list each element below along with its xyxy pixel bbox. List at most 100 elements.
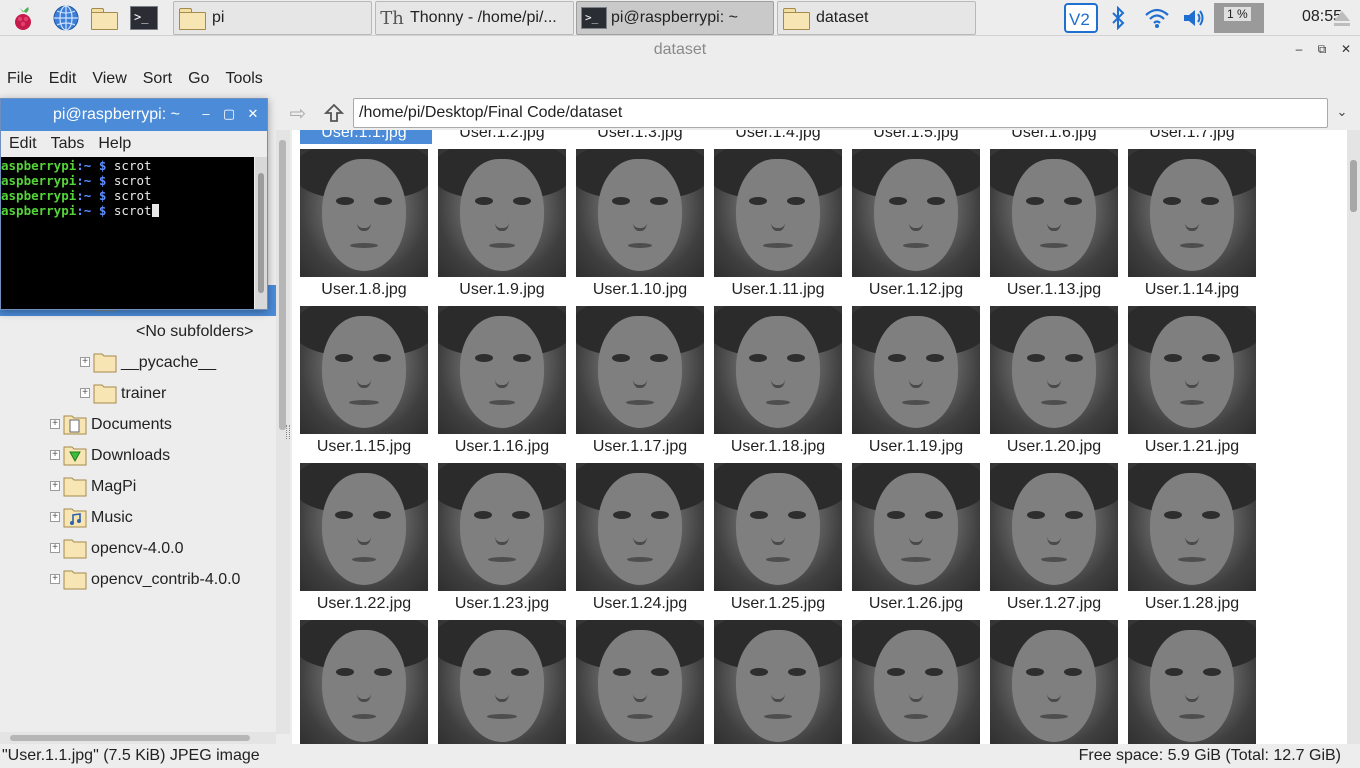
tree-item[interactable]: + trainer xyxy=(0,378,276,409)
image-thumbnail[interactable] xyxy=(300,306,428,434)
terminal-icon[interactable]: >_ xyxy=(129,3,159,33)
image-thumbnail[interactable] xyxy=(714,306,842,434)
image-thumbnail[interactable] xyxy=(300,620,428,744)
menu-sort[interactable]: Sort xyxy=(143,70,172,88)
image-thumbnail[interactable] xyxy=(576,463,704,591)
image-thumbnail[interactable] xyxy=(300,149,428,277)
eject-icon[interactable] xyxy=(1330,2,1354,34)
grid-scrollbar-thumb[interactable] xyxy=(1350,160,1357,212)
tree-item[interactable]: + opencv_contrib-4.0.0 xyxy=(0,564,276,595)
file-caption[interactable]: User.1.24.jpg xyxy=(571,595,709,613)
pane-divider-handle[interactable] xyxy=(286,425,290,439)
minimize-icon[interactable]: – xyxy=(1290,40,1308,58)
tree-item[interactable]: <No subfolders> xyxy=(0,316,276,347)
file-caption[interactable]: User.1.14.jpg xyxy=(1123,281,1261,299)
minimize-icon[interactable]: – xyxy=(199,107,213,121)
menu-file[interactable]: File xyxy=(7,70,33,88)
tree-item[interactable]: + Documents xyxy=(0,409,276,440)
expand-icon[interactable]: + xyxy=(50,512,60,522)
close-icon[interactable]: ✕ xyxy=(246,107,260,121)
maximize-icon[interactable]: ▢ xyxy=(222,107,236,121)
image-thumbnail[interactable] xyxy=(990,149,1118,277)
file-caption[interactable]: User.1.6.jpg xyxy=(985,130,1123,142)
image-thumbnail[interactable] xyxy=(1128,463,1256,591)
expand-icon[interactable]: + xyxy=(50,574,60,584)
expand-icon[interactable]: + xyxy=(50,481,60,491)
file-caption[interactable]: User.1.15.jpg xyxy=(295,438,433,456)
image-thumbnail[interactable] xyxy=(300,463,428,591)
file-caption[interactable]: User.1.10.jpg xyxy=(571,281,709,299)
terminal-menu-edit[interactable]: Edit xyxy=(9,135,37,153)
file-caption[interactable]: User.1.1.jpg xyxy=(295,130,433,142)
image-thumbnail[interactable] xyxy=(438,149,566,277)
file-caption[interactable]: User.1.20.jpg xyxy=(985,438,1123,456)
raspberry-menu-icon[interactable] xyxy=(8,3,38,33)
image-thumbnail[interactable] xyxy=(576,306,704,434)
wifi-icon[interactable] xyxy=(1142,2,1172,34)
tree-item[interactable]: + MagPi xyxy=(0,471,276,502)
terminal-menu-tabs[interactable]: Tabs xyxy=(51,135,85,153)
forward-arrow-icon[interactable]: ⇨ xyxy=(285,100,311,126)
image-thumbnail[interactable] xyxy=(852,463,980,591)
file-caption[interactable]: User.1.23.jpg xyxy=(433,595,571,613)
image-thumbnail[interactable] xyxy=(438,306,566,434)
maximize-icon[interactable]: ⧉ xyxy=(1313,40,1331,58)
image-thumbnail[interactable] xyxy=(852,306,980,434)
image-thumbnail[interactable] xyxy=(990,620,1118,744)
file-caption[interactable]: User.1.7.jpg xyxy=(1123,130,1261,142)
file-caption[interactable]: User.1.18.jpg xyxy=(709,438,847,456)
bluetooth-icon[interactable] xyxy=(1106,2,1130,34)
file-caption[interactable]: User.1.27.jpg xyxy=(985,595,1123,613)
terminal-scrollbar-thumb[interactable] xyxy=(258,173,264,293)
task-terminal[interactable]: >_ pi@raspberrypi: ~ xyxy=(576,1,774,35)
task-thonny[interactable]: Th Thonny - /home/pi/... xyxy=(375,1,574,35)
close-icon[interactable]: ✕ xyxy=(1337,40,1355,58)
file-caption[interactable]: User.1.19.jpg xyxy=(847,438,985,456)
image-thumbnail[interactable] xyxy=(576,149,704,277)
path-input[interactable]: /home/pi/Desktop/Final Code/dataset xyxy=(353,98,1328,128)
file-caption[interactable]: User.1.28.jpg xyxy=(1123,595,1261,613)
tree-item[interactable]: + opencv-4.0.0 xyxy=(0,533,276,564)
menu-tools[interactable]: Tools xyxy=(225,70,262,88)
image-thumbnail[interactable] xyxy=(1128,149,1256,277)
file-caption[interactable]: User.1.25.jpg xyxy=(709,595,847,613)
image-thumbnail[interactable] xyxy=(1128,620,1256,744)
file-caption[interactable]: User.1.26.jpg xyxy=(847,595,985,613)
tree-item[interactable]: + __pycache__ xyxy=(0,347,276,378)
task-pi[interactable]: pi xyxy=(173,1,372,35)
expand-icon[interactable]: + xyxy=(50,543,60,553)
volume-icon[interactable] xyxy=(1180,2,1208,34)
grid-scrollbar[interactable] xyxy=(1347,130,1360,744)
menu-edit[interactable]: Edit xyxy=(49,70,77,88)
image-thumbnail[interactable] xyxy=(438,463,566,591)
image-thumbnail[interactable] xyxy=(1128,306,1256,434)
file-manager-icon[interactable] xyxy=(89,3,119,33)
expand-icon[interactable]: + xyxy=(80,388,90,398)
terminal-screen[interactable]: aspberrypi:~ $ scrot aspberrypi:~ $ scrot… xyxy=(1,157,254,309)
file-caption[interactable]: User.1.11.jpg xyxy=(709,281,847,299)
menu-go[interactable]: Go xyxy=(188,70,209,88)
file-caption[interactable]: User.1.3.jpg xyxy=(571,130,709,142)
file-caption[interactable]: User.1.13.jpg xyxy=(985,281,1123,299)
image-thumbnail[interactable] xyxy=(852,620,980,744)
terminal-menu-help[interactable]: Help xyxy=(98,135,131,153)
expand-icon[interactable]: + xyxy=(80,357,90,367)
file-caption[interactable]: User.1.22.jpg xyxy=(295,595,433,613)
globe-browser-icon[interactable] xyxy=(51,3,81,33)
tree-item[interactable]: + Downloads xyxy=(0,440,276,471)
image-thumbnail[interactable] xyxy=(852,149,980,277)
file-caption[interactable]: User.1.5.jpg xyxy=(847,130,985,142)
tree-item[interactable]: + Music xyxy=(0,502,276,533)
task-dataset[interactable]: dataset xyxy=(777,1,976,35)
chevron-down-icon[interactable]: ⌄ xyxy=(1333,104,1351,122)
file-caption[interactable]: User.1.9.jpg xyxy=(433,281,571,299)
image-thumbnail[interactable] xyxy=(714,620,842,744)
image-thumbnail[interactable] xyxy=(714,463,842,591)
image-thumbnail[interactable] xyxy=(990,463,1118,591)
file-caption[interactable]: User.1.2.jpg xyxy=(433,130,571,142)
expand-icon[interactable]: + xyxy=(50,450,60,460)
image-thumbnail[interactable] xyxy=(576,620,704,744)
menu-view[interactable]: View xyxy=(92,70,126,88)
terminal-window[interactable]: pi@raspberrypi: ~ – ▢ ✕ Edit Tabs Help a… xyxy=(0,98,268,310)
up-arrow-icon[interactable] xyxy=(321,100,347,126)
